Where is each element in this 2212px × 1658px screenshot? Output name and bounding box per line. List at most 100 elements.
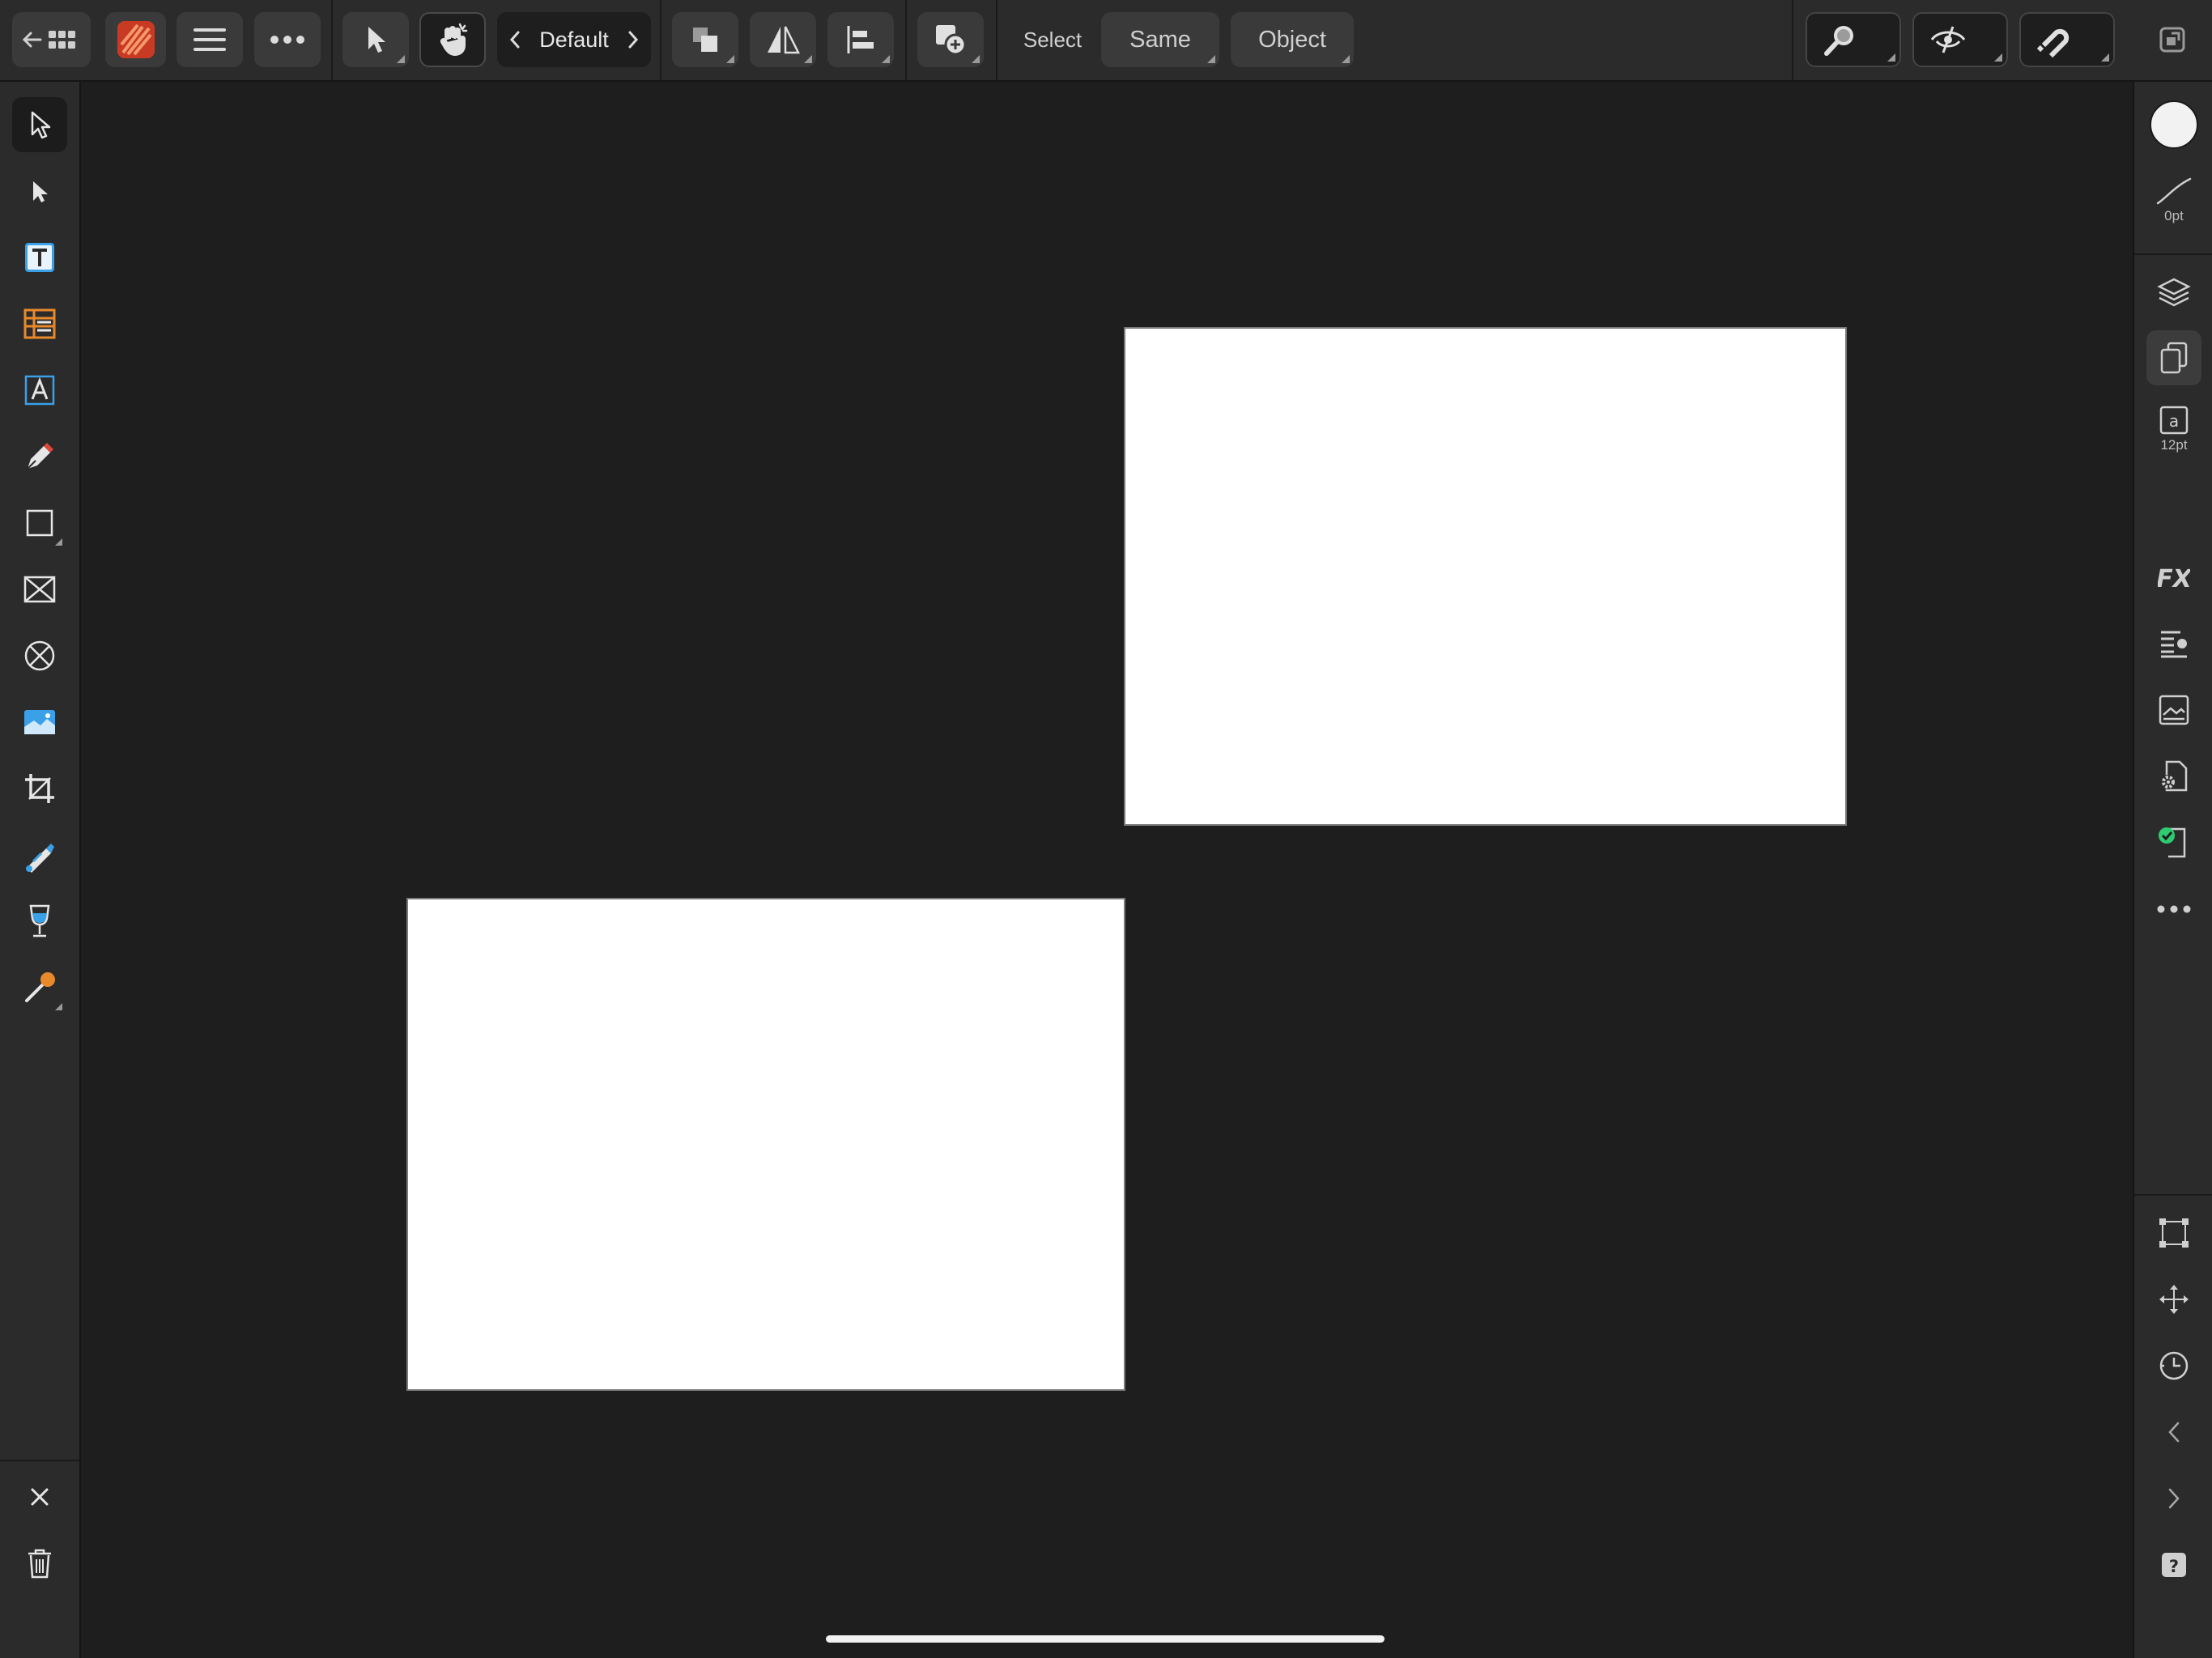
svg-text:?: ? [2169, 1557, 2179, 1576]
move-tool[interactable] [12, 97, 67, 152]
assets-panel-button[interactable] [2146, 682, 2201, 738]
resource-manager-button[interactable] [2146, 749, 2201, 804]
pen-tool[interactable] [12, 429, 67, 484]
artistic-text-tool-icon [24, 375, 55, 406]
rectangle-tool[interactable] [12, 495, 67, 551]
frame-text-tool-icon [25, 243, 54, 272]
move-arrows-icon [2159, 1285, 2189, 1314]
color-picker-tool[interactable] [12, 960, 67, 1015]
fill-tool[interactable] [12, 827, 67, 882]
undo-button[interactable] [2146, 1405, 2201, 1460]
toolbar-separator [660, 0, 661, 80]
help-button[interactable]: ? [2146, 1537, 2201, 1592]
more-options-button[interactable] [254, 12, 321, 67]
vector-crop-tool[interactable] [12, 761, 67, 816]
toolbar-separator [996, 0, 998, 80]
persona-selector-label: Default [539, 27, 609, 52]
more-panels-button[interactable] [2146, 882, 2201, 937]
node-tool-icon [33, 181, 48, 202]
select-object-button[interactable]: Object [1231, 12, 1354, 67]
insert-button[interactable] [917, 12, 984, 67]
view-mode-button[interactable] [1912, 12, 2008, 67]
table-tool[interactable] [12, 296, 67, 351]
toolbar-separator [331, 0, 333, 80]
pen-tool-icon [27, 443, 53, 470]
fullscreen-button[interactable] [2146, 12, 2199, 67]
svg-text:FX: FX [2158, 565, 2190, 592]
select-same-button[interactable]: Same [1101, 12, 1219, 67]
assets-image-icon [2159, 695, 2189, 725]
picture-frame-tool[interactable] [12, 562, 67, 617]
artistic-text-tool[interactable] [12, 363, 67, 418]
transform-bounding-box-icon [2159, 1218, 2189, 1248]
ellipsis-icon [270, 36, 304, 44]
document-settings-icon [2161, 760, 2188, 792]
stroke-width-control[interactable]: 0pt [2146, 164, 2201, 234]
align-button[interactable] [827, 12, 894, 67]
layers-panel-button[interactable] [2146, 265, 2201, 320]
arrange-icon [693, 28, 717, 52]
ellipse-frame-tool[interactable] [12, 628, 67, 683]
rectangle-tool-icon [26, 509, 53, 537]
select-label: Select [1023, 27, 1083, 52]
flip-button[interactable] [750, 12, 816, 67]
stroke-width-value: 0pt [2164, 208, 2184, 223]
layers-icon [2157, 278, 2191, 307]
hand-touch-icon [440, 23, 468, 57]
effects-panel-button[interactable]: FX [2146, 550, 2201, 605]
page-spread-right[interactable] [1124, 327, 1847, 826]
insert-add-icon [936, 25, 967, 56]
text-styles-icon [2161, 631, 2187, 658]
node-tool[interactable] [12, 164, 67, 219]
chevron-left-icon[interactable] [508, 30, 521, 49]
main-menu-button[interactable] [177, 12, 243, 67]
text-styles-panel-button[interactable] [2146, 616, 2201, 671]
text-size-value: 12pt [2160, 437, 2188, 453]
close-button[interactable] [12, 1469, 67, 1524]
zoom-magnifier-icon [1824, 26, 1853, 56]
place-image-tool-icon [24, 710, 55, 734]
fill-color-well[interactable] [2146, 97, 2201, 152]
persona-selector[interactable]: Default [497, 12, 651, 67]
pages-panel-button[interactable] [2146, 330, 2201, 385]
frame-text-tool[interactable] [12, 230, 67, 285]
selection-mode-button[interactable] [342, 12, 409, 67]
documents-back-button[interactable] [12, 12, 91, 67]
app-logo-button[interactable] [105, 12, 166, 67]
delete-button[interactable] [12, 1536, 67, 1591]
vector-crop-tool-icon [25, 774, 54, 803]
tools-panel [0, 82, 81, 1658]
character-text-icon: a [2159, 406, 2189, 435]
pointer-arrow-icon [368, 27, 385, 53]
touch-mode-button[interactable] [419, 12, 486, 67]
top-toolbar: Default Select Same Object [0, 0, 2212, 82]
ellipse-frame-tool-icon [24, 640, 55, 671]
navigator-panel-button[interactable] [2146, 1272, 2201, 1327]
history-panel-button[interactable] [2146, 1338, 2201, 1393]
snapping-button[interactable] [2019, 12, 2115, 67]
character-panel-button[interactable]: a 12pt [2146, 396, 2201, 462]
flip-horizontal-icon [768, 26, 801, 54]
toolbar-separator [1792, 0, 1793, 80]
home-indicator[interactable] [826, 1635, 1385, 1643]
page-spread-left[interactable] [406, 898, 1125, 1391]
zoom-button[interactable] [1806, 12, 1901, 67]
chevron-right-icon[interactable] [627, 30, 640, 49]
redo-button[interactable] [2146, 1471, 2201, 1526]
back-grid-icon [22, 31, 75, 49]
studio-divider [2134, 253, 2212, 255]
preflight-panel-button[interactable] [2146, 815, 2201, 870]
document-canvas[interactable] [81, 82, 2131, 1658]
transform-panel-button[interactable] [2146, 1205, 2201, 1261]
transparency-tool[interactable] [12, 894, 67, 949]
ellipsis-icon [2157, 905, 2191, 913]
hamburger-menu-icon [194, 28, 226, 51]
view-eye-icon [1930, 26, 1966, 53]
pages-icon [2160, 342, 2188, 374]
transparency-tool-icon [29, 904, 50, 937]
affinity-publisher-logo-icon [117, 21, 155, 58]
snapping-magnet-icon [2036, 28, 2069, 58]
preflight-check-icon [2159, 827, 2186, 858]
place-image-tool[interactable] [12, 695, 67, 750]
arrange-button[interactable] [672, 12, 738, 67]
